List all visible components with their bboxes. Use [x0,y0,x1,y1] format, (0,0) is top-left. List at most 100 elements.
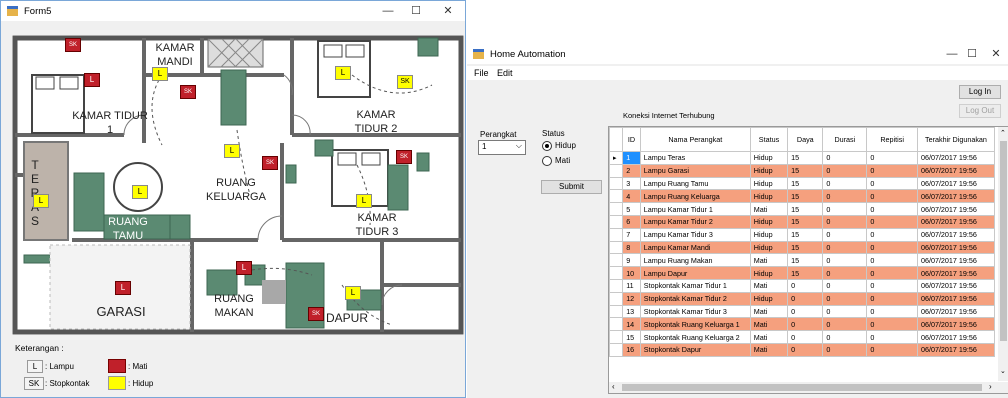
table-cell[interactable]: 7 [622,227,641,242]
row-selector[interactable] [609,189,624,204]
table-cell[interactable]: 0 [866,227,918,242]
row-selector[interactable] [609,317,624,332]
table-row[interactable]: 10 Lampu Dapur Hidup 15 0 0 06/07/2017 19:56 [609,266,996,280]
table-row[interactable]: 2 Lampu Garasi Hidup 15 0 0 06/07/2017 19:56 [609,163,996,178]
table-cell[interactable]: Lampu Ruang Keluarga [639,189,751,204]
table-cell[interactable]: 11 [622,278,641,293]
table-cell[interactable]: 13 [622,304,641,319]
table-cell[interactable]: 15 [787,240,824,255]
table-cell[interactable]: 06/07/2017 19:56 [916,151,996,165]
table-cell[interactable]: Lampu Ruang Tamu [639,176,751,191]
lamp-dapur[interactable]: L [345,286,361,300]
table-cell[interactable]: Lampu Kamar Tidur 3 [639,227,751,242]
row-selector[interactable] [609,266,624,280]
table-cell[interactable]: 15 [787,253,824,268]
table-cell[interactable]: 0 [787,278,824,293]
table-cell[interactable]: 0 [822,278,868,293]
table-cell[interactable]: 06/07/2017 19:56 [916,240,996,255]
table-cell[interactable]: 0 [822,176,868,191]
table-cell[interactable]: Hidup [749,163,789,178]
table-cell[interactable]: 0 [787,317,824,332]
table-cell[interactable]: 2 [622,163,641,178]
table-cell[interactable]: 0 [866,291,918,306]
table-cell[interactable]: 06/07/2017 19:56 [916,266,996,280]
row-selector[interactable] [609,278,624,293]
table-cell[interactable]: 0 [866,330,918,344]
table-cell[interactable]: Hidup [749,227,789,242]
table-cell[interactable]: Stopkontak Kamar Tidur 3 [639,304,751,319]
table-row[interactable]: 12 Stopkontak Kamar Tidur 2 Hidup 0 0 0 06/07/… [609,291,996,306]
table-row[interactable]: 4 Lampu Ruang Keluarga Hidup 15 0 0 06/07/2017… [609,189,996,204]
row-selector[interactable] [609,291,624,306]
table-cell[interactable]: 0 [822,253,868,268]
vertical-scrollbar[interactable]: ⌃ ⌄ [998,127,1008,381]
table-cell[interactable]: 0 [822,163,868,178]
table-cell[interactable]: 15 [787,202,824,216]
table-cell[interactable]: 06/07/2017 19:56 [916,189,996,204]
row-selector[interactable] [609,227,624,242]
lamp-ruang-makan[interactable]: L [236,261,252,275]
table-cell[interactable]: Hidup [749,151,789,165]
table-row[interactable]: 7 Lampu Kamar Tidur 3 Hidup 15 0 0 06/07/2017 … [609,227,996,242]
minimize-button[interactable]: — [377,3,399,19]
table-cell[interactable]: 5 [622,202,641,216]
device-grid[interactable]: ID Nama Perangkat Status Daya Durasi Rep… [608,126,1008,394]
table-row[interactable]: 11 Stopkontak Kamar Tidur 1 Mati 0 0 0 06/07/2… [609,278,996,293]
row-selector[interactable] [609,253,624,268]
table-cell[interactable]: 10 [622,266,641,280]
table-cell[interactable]: 15 [787,176,824,191]
table-cell[interactable]: 0 [866,317,918,332]
table-cell[interactable]: 15 [787,227,824,242]
table-cell[interactable]: Hidup [749,214,789,229]
table-cell[interactable]: 15 [787,214,824,229]
column-terakhir-digunakan[interactable]: Terakhir Digunakan [916,127,996,152]
table-row[interactable]: 8 Lampu Kamar Mandi Hidup 15 0 0 06/07/2017 19… [609,240,996,255]
table-cell[interactable]: 06/07/2017 19:56 [916,253,996,268]
table-cell[interactable]: 3 [622,176,641,191]
form5-titlebar[interactable]: Form5 — ☐ ✕ [1,1,465,21]
table-cell[interactable]: 15 [787,151,824,165]
table-cell[interactable]: 0 [822,266,868,280]
table-cell[interactable]: Stopkontak Kamar Tidur 1 [639,278,751,293]
table-cell[interactable]: Mati [749,342,789,357]
table-cell[interactable]: 4 [622,189,641,204]
table-cell[interactable]: 06/07/2017 19:56 [916,291,996,306]
submit-button[interactable]: Submit [541,180,602,194]
home-automation-titlebar[interactable]: Home Automation — ☐ ✕ [467,44,1008,64]
table-cell[interactable]: 0 [822,342,868,357]
table-cell[interactable]: 16 [622,342,641,357]
row-selector[interactable] [609,342,624,357]
table-cell[interactable]: 0 [866,278,918,293]
column-id[interactable]: ID [622,127,641,152]
table-cell[interactable]: 8 [622,240,641,255]
socket-ruang-keluarga-2[interactable]: SK [262,156,278,170]
table-cell[interactable]: 0 [822,304,868,319]
table-cell[interactable]: 0 [866,214,918,229]
socket-kamar-tidur-1[interactable]: SK [65,38,81,52]
table-cell[interactable]: 0 [866,151,918,165]
close-button[interactable]: ✕ [985,46,1007,62]
table-cell[interactable]: 06/07/2017 19:56 [916,304,996,319]
table-cell[interactable]: 0 [787,330,824,344]
row-selector[interactable] [609,176,624,191]
table-cell[interactable]: 15 [622,330,641,344]
horizontal-scrollbar[interactable]: ‹ › [609,382,1008,393]
table-cell[interactable]: Lampu Dapur [639,266,751,280]
column-nama-perangkat[interactable]: Nama Perangkat [639,127,751,152]
table-cell[interactable]: Mati [749,278,789,293]
table-cell[interactable]: 06/07/2017 19:56 [916,342,996,357]
row-selector[interactable] [609,202,624,216]
table-cell[interactable]: 0 [822,330,868,344]
table-cell[interactable]: Mati [749,304,789,319]
table-cell[interactable]: Lampu Kamar Tidur 2 [639,214,751,229]
socket-dapur[interactable]: SK [308,307,324,321]
table-cell[interactable]: 06/07/2017 19:56 [916,317,996,332]
table-cell[interactable]: 0 [822,214,868,229]
row-selector[interactable] [609,240,624,255]
table-cell[interactable]: 06/07/2017 19:56 [916,214,996,229]
login-button[interactable]: Log In [959,85,1001,99]
lamp-ruang-keluarga[interactable]: L [224,144,240,158]
table-cell[interactable]: 0 [866,240,918,255]
lamp-garasi[interactable]: L [115,281,131,295]
table-cell[interactable]: 15 [787,163,824,178]
